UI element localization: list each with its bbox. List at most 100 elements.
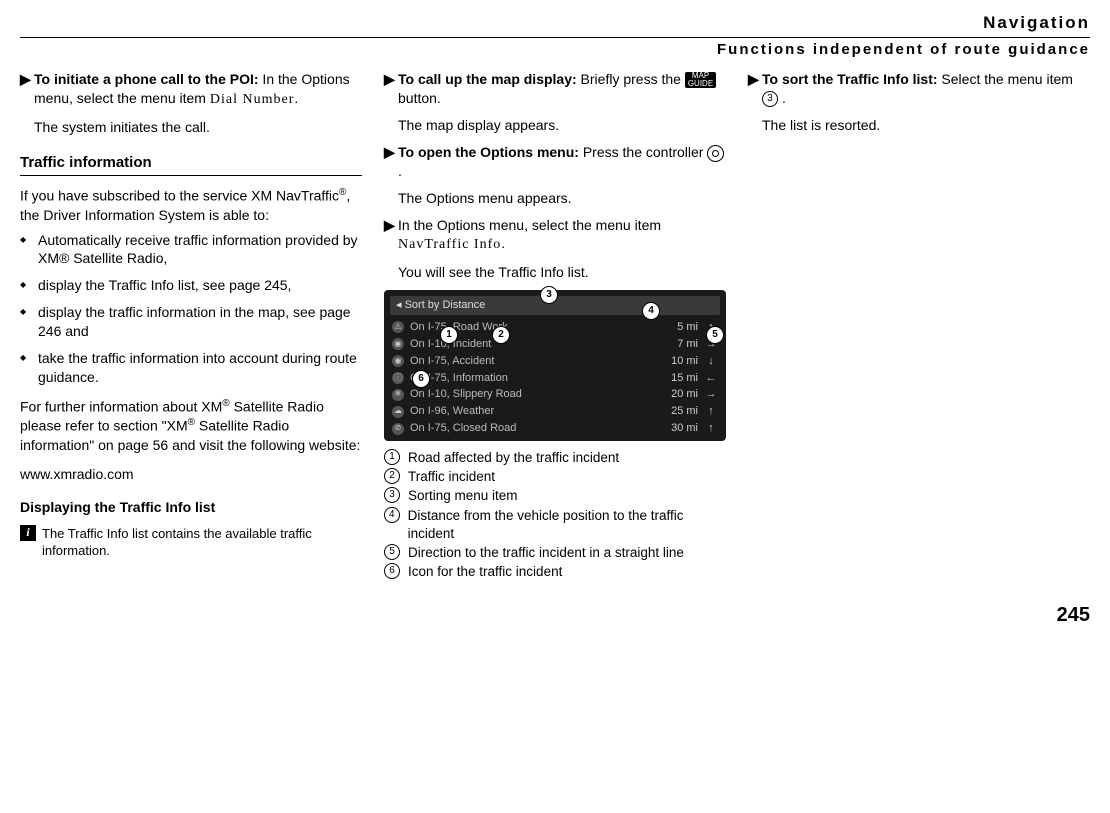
further-a: For further information about XM [20, 398, 222, 414]
column-3: ▶ To sort the Traffic Info list: Select … [748, 70, 1090, 582]
resorted: The list is resorted. [762, 116, 1090, 135]
traffic-info-screenshot: ◂ Sort by Distance ⚠On I-75, Road Work5 … [384, 290, 726, 441]
row-direction-icon: ↑ [704, 421, 718, 436]
callout-text: Sorting menu item [408, 487, 518, 505]
step-bold: To sort the Traffic Info list: [762, 71, 938, 87]
row-distance: 20 mi [662, 387, 698, 402]
intro-a: If you have subscribed to the service XM… [20, 188, 339, 204]
see-list: You will see the Traffic Info list. [398, 263, 726, 282]
step-arrow-icon: ▶ [20, 70, 34, 110]
traffic-bullets: Automatically receive traffic informatio… [20, 231, 362, 387]
step-body: To sort the Traffic Info list: Select th… [762, 70, 1090, 108]
step-sort-list: ▶ To sort the Traffic Info list: Select … [748, 70, 1090, 108]
callout-number: 1 [384, 449, 400, 465]
menu-item-navtraffic-info: NavTraffic Info [398, 237, 501, 252]
columns: ▶ To initiate a phone call to the POI: I… [20, 70, 1090, 582]
row-direction-icon: ↓ [704, 354, 718, 369]
step-select-navtraffic: ▶ In the Options menu, select the menu i… [384, 216, 726, 256]
step-followup: The system initiates the call. [34, 118, 362, 137]
step-follow: button. [398, 90, 441, 106]
callout-text: Distance from the vehicle position to th… [408, 507, 726, 543]
step-body: In the Options menu, select the menu ite… [398, 216, 726, 256]
sort-menu-label: Sort by Distance [405, 299, 486, 311]
map-appears: The map display appears. [398, 116, 726, 135]
row-road: On I-75, Closed Road [410, 421, 656, 436]
callout-number: 3 [384, 487, 400, 503]
row-distance: 30 mi [662, 421, 698, 436]
page-header: Navigation Functions independent of rout… [20, 12, 1090, 60]
row-road: On I-75, Information [410, 371, 656, 386]
step-body: To open the Options menu: Press the cont… [398, 143, 726, 181]
callout-text: Road affected by the traffic incident [408, 449, 619, 467]
bullet-4: take the traffic information into accoun… [38, 349, 362, 387]
callout-text: Traffic incident [408, 468, 495, 486]
table-row: ☁On I-96, Weather25 mi↑ [390, 403, 720, 420]
step-call-map: ▶ To call up the map display: Briefly pr… [384, 70, 726, 108]
step-arrow-icon: ▶ [384, 216, 398, 256]
step-arrow-icon: ▶ [384, 143, 398, 181]
options-appears: The Options menu appears. [398, 189, 726, 208]
row-road: On I-96, Weather [410, 404, 656, 419]
traffic-intro: If you have subscribed to the service XM… [20, 186, 362, 224]
page-title: Navigation [20, 12, 1090, 35]
step-arrow-icon: ▶ [748, 70, 762, 108]
callout-ref-3: 3 [762, 91, 778, 107]
row-road: On I-10, Slippery Road [410, 387, 656, 402]
table-row: ⓘ On I-75, Information 15 mi ← [390, 370, 720, 387]
select-a: In the Options menu, select the menu ite… [398, 217, 661, 233]
menu-item-dial-number: Dial Number [210, 92, 294, 107]
callout-number: 2 [384, 468, 400, 484]
step-body: To call up the map display: Briefly pres… [398, 70, 726, 108]
traffic-icon: ◉ [392, 355, 404, 367]
page-number: 245 [20, 602, 1090, 629]
traffic-icon: ⓘ [392, 372, 404, 384]
callout-bubble-4: 4 [642, 302, 660, 320]
bullet-1: Automatically receive traffic informatio… [38, 231, 362, 269]
row-distance: 15 mi [662, 371, 698, 386]
step-rest: Select the menu item [938, 71, 1073, 87]
step-initiate-call: ▶ To initiate a phone call to the POI: I… [20, 70, 362, 110]
table-row: ◉ On I-75, Accident 10 mi ↓ [390, 353, 720, 370]
subhead-display-list: Displaying the Traffic Info list [20, 498, 362, 517]
info-note: i The Traffic Info list contains the ava… [20, 525, 362, 560]
callout-bubble-5: 5 [706, 326, 724, 344]
column-2: ▶ To call up the map display: Briefly pr… [384, 70, 726, 582]
step-bold: To call up the map display: [398, 71, 577, 87]
step-bold: To open the Options menu: [398, 144, 579, 160]
traffic-icon: ❄ [392, 389, 404, 401]
traffic-icon: ◉ [392, 338, 404, 350]
callout-item: 3 Sorting menu item [384, 487, 726, 505]
section-heading-traffic: Traffic information [20, 153, 362, 176]
further-info: For further information about XM® Satell… [20, 397, 362, 455]
step-bold: To initiate a phone call to the POI: [34, 71, 259, 87]
step-open-options: ▶ To open the Options menu: Press the co… [384, 143, 726, 181]
table-row: ⊘ On I-75, Closed Road 30 mi ↑ [390, 420, 720, 437]
row-distance: 7 mi [662, 337, 698, 352]
step-body: To initiate a phone call to the POI: In … [34, 70, 362, 110]
row-distance: 10 mi [662, 354, 698, 369]
row-direction-icon: ← [704, 371, 718, 386]
page-subtitle: Functions independent of route guidance [20, 37, 1090, 60]
step-arrow-icon: ▶ [384, 70, 398, 108]
row-road: On I-75, Accident [410, 354, 656, 369]
traffic-icon: ☁ [392, 406, 404, 418]
url-line: www.xmradio.com [20, 465, 362, 484]
registered-icon: ® [188, 417, 195, 428]
callout-item: 4 Distance from the vehicle position to t… [384, 507, 726, 543]
table-row: ❄ On I-10, Slippery Road 20 mi → [390, 386, 720, 403]
table-row: ◉On I-10, Incident7 mi→ [390, 336, 720, 353]
callout-text: Icon for the traffic incident [408, 563, 562, 581]
registered-icon: ® [222, 398, 229, 409]
row-direction-icon: → [704, 387, 718, 402]
callout-item: 1 Road affected by the traffic incident [384, 449, 726, 467]
step-rest: Press the controller [579, 144, 707, 160]
column-1: ▶ To initiate a phone call to the POI: I… [20, 70, 362, 582]
traffic-icon: ⚠ [392, 321, 404, 333]
map-guide-button-icon: MAPGUIDE [685, 72, 716, 88]
callouts-legend: 1 Road affected by the traffic incident 2… [384, 449, 726, 582]
bullet-2: display the Traffic Info list, see page … [38, 276, 362, 295]
bullet-3: display the traffic information in the m… [38, 303, 362, 341]
traffic-icon: ⊘ [392, 423, 404, 435]
callout-number: 4 [384, 507, 400, 523]
callout-number: 6 [384, 563, 400, 579]
